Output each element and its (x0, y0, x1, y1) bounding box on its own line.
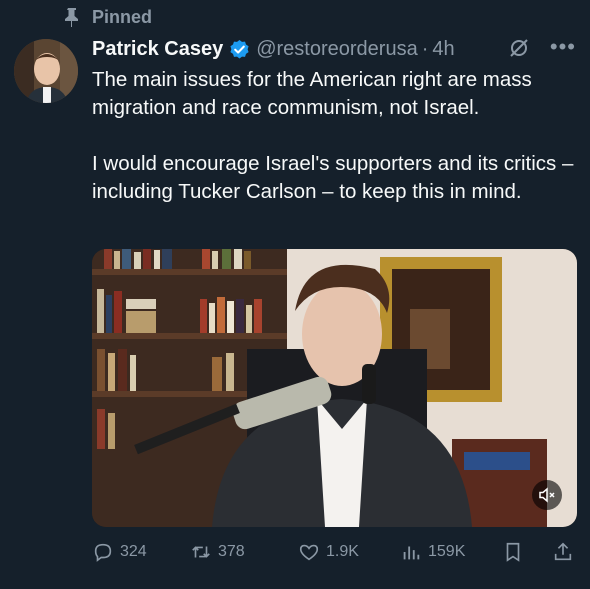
views-count: 159K (428, 543, 466, 560)
separator-dot: · (421, 37, 429, 60)
share-button[interactable] (552, 541, 574, 563)
views-icon (403, 546, 420, 560)
repost-button[interactable]: 378 (190, 541, 245, 563)
video-frame (92, 249, 577, 527)
grok-icon[interactable] (508, 37, 530, 59)
bookmark-icon (506, 542, 520, 562)
more-icon[interactable]: ••• (550, 34, 576, 60)
bookmark-button[interactable] (502, 541, 524, 563)
reply-count: 324 (120, 543, 147, 560)
tweet-actions: 324 378 1.9K 159K (92, 538, 577, 566)
author-handle[interactable]: @restoreorderusa (256, 38, 417, 61)
views-button[interactable]: 159K (400, 541, 465, 563)
post-time[interactable]: 4h (432, 38, 454, 61)
repost-count: 378 (218, 543, 245, 560)
tweet-header: Patrick Casey @restoreorderusa · 4h ••• (92, 34, 576, 64)
reply-button[interactable]: 324 (92, 541, 147, 563)
pinned-indicator: Pinned (62, 4, 152, 30)
verified-badge-icon (230, 39, 249, 58)
repost-icon (192, 546, 210, 558)
avatar[interactable] (14, 39, 78, 103)
author-name[interactable]: Patrick Casey (92, 38, 223, 61)
pinned-label: Pinned (92, 6, 153, 27)
mute-button[interactable] (532, 480, 562, 510)
pin-icon (65, 8, 78, 27)
like-icon (299, 544, 319, 561)
mute-icon (539, 487, 555, 503)
like-count: 1.9K (326, 543, 359, 560)
reply-icon (94, 543, 112, 562)
like-button[interactable]: 1.9K (298, 541, 359, 563)
share-icon (554, 542, 572, 561)
video-player[interactable] (92, 249, 577, 527)
tweet-text: The main issues for the American right a… (92, 68, 574, 203)
